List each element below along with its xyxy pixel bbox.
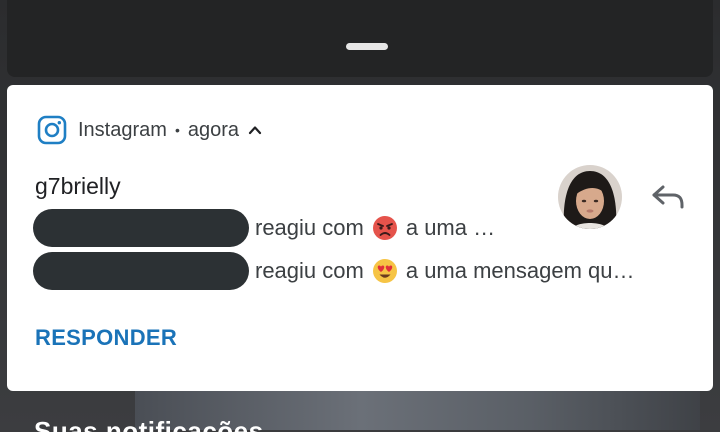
avatar: [558, 165, 622, 229]
notification-card[interactable]: Instagram • agora g7brielly reagiu com a…: [7, 85, 713, 391]
chevron-up-icon[interactable]: [247, 122, 263, 138]
notification-shade-top: [7, 0, 713, 77]
app-name: Instagram: [78, 118, 167, 141]
drag-handle[interactable]: [346, 43, 388, 50]
redacted-text: [33, 252, 249, 290]
sender-name: g7brielly: [35, 173, 121, 199]
header-separator: •: [174, 122, 180, 138]
message-line: reagiu com a uma mensagem qu…: [33, 252, 635, 290]
message-text: reagiu com: [255, 258, 364, 283]
redacted-text: [33, 209, 249, 247]
instagram-icon: [37, 115, 67, 145]
reply-icon[interactable]: [651, 183, 685, 211]
message-text: reagiu com: [255, 215, 364, 240]
notification-header[interactable]: Instagram • agora: [37, 115, 263, 145]
message-line: reagiu com a uma …: [33, 209, 496, 247]
heart-eyes-emoji-icon: [372, 259, 397, 283]
notification-time: agora: [187, 118, 239, 141]
message-text: a uma …: [405, 215, 496, 240]
message-text: a uma mensagem qu…: [405, 258, 635, 283]
reply-button[interactable]: RESPONDER: [35, 325, 177, 351]
angry-face-emoji-icon: [372, 216, 397, 240]
